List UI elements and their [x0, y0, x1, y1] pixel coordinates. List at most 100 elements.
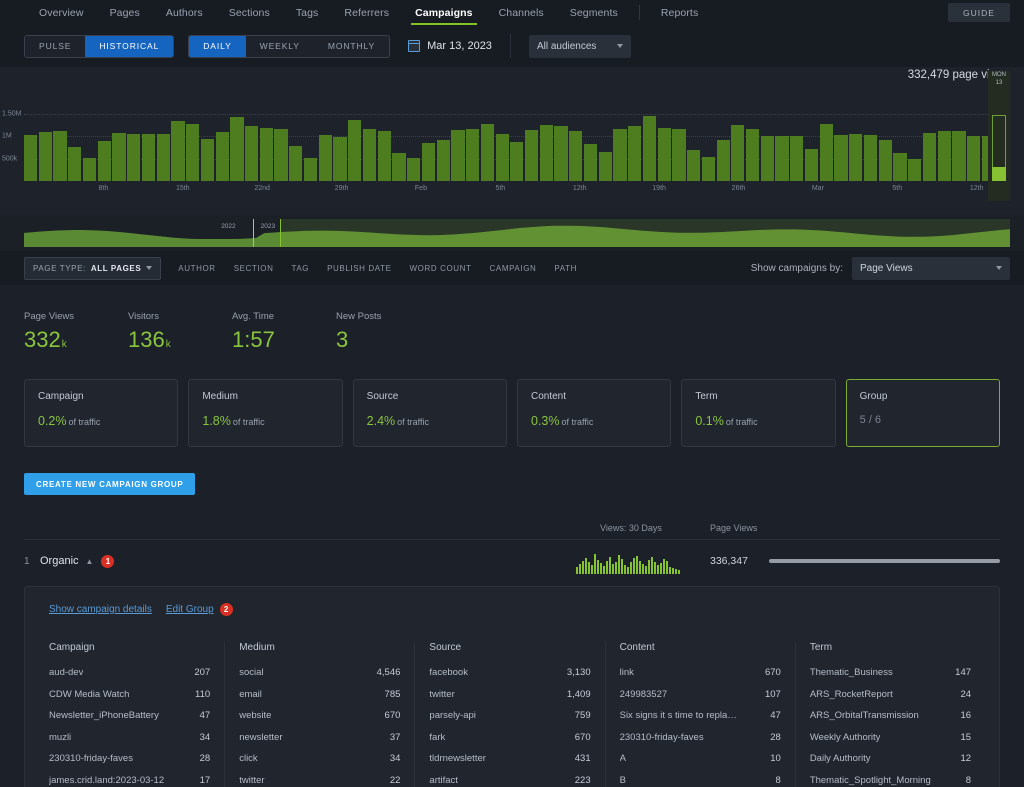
chart-bar[interactable] — [642, 116, 657, 181]
chart-bar[interactable] — [834, 134, 848, 181]
filter-tag[interactable]: TAG — [282, 264, 318, 273]
table-row[interactable]: Thematic_Business 147 — [810, 667, 971, 678]
table-row[interactable]: Weekly Authority 15 — [810, 732, 971, 743]
table-row[interactable]: artifact 223 — [429, 775, 590, 786]
chart-bar[interactable] — [245, 126, 259, 181]
chart-bar[interactable] — [613, 128, 627, 181]
table-row[interactable]: fark 670 — [429, 732, 590, 743]
chart-bar[interactable] — [259, 128, 273, 181]
chart-bar[interactable] — [495, 134, 509, 181]
table-row[interactable]: james.crid.land:2023-03-12 17 — [49, 775, 210, 786]
filter-path[interactable]: PATH — [545, 264, 586, 273]
link-show-campaign-details[interactable]: Show campaign details — [49, 604, 152, 615]
chart-bar[interactable] — [569, 131, 583, 181]
mode-option-historical[interactable]: HISTORICAL — [85, 35, 174, 57]
chart-bar[interactable] — [790, 135, 804, 181]
table-row[interactable]: twitter 22 — [239, 775, 400, 786]
table-row[interactable]: tldrnewsletter 431 — [429, 753, 590, 764]
chart-bar[interactable] — [303, 157, 318, 181]
table-row[interactable]: 230310-friday-faves 28 — [49, 753, 210, 764]
chart-bar[interactable] — [171, 121, 185, 181]
link-edit-group[interactable]: Edit Group — [166, 604, 214, 615]
table-row[interactable]: twitter 1,409 — [429, 689, 590, 700]
chart-bar[interactable] — [687, 149, 701, 181]
chart-bar[interactable] — [97, 140, 111, 181]
chart-bar[interactable] — [539, 125, 553, 181]
chart-bar[interactable] — [421, 142, 436, 181]
chart-bar[interactable] — [745, 129, 760, 181]
table-row[interactable]: ARS_RocketReport 24 — [810, 689, 971, 700]
filter-word-count[interactable]: WORD COUNT — [401, 264, 481, 273]
chart-bar[interactable] — [849, 133, 863, 181]
chart-bar[interactable] — [436, 139, 450, 181]
chart-bar[interactable] — [937, 131, 951, 181]
table-row[interactable]: click 34 — [239, 753, 400, 764]
table-row[interactable]: email 785 — [239, 689, 400, 700]
table-row[interactable]: 249983527 107 — [620, 689, 781, 700]
table-row[interactable]: ARS_OrbitalTransmission 16 — [810, 710, 971, 721]
interval-option-weekly[interactable]: WEEKLY — [245, 35, 314, 57]
chart-bar[interactable] — [510, 141, 524, 181]
chart-bar[interactable] — [407, 157, 421, 181]
table-row[interactable]: CDW Media Watch 110 — [49, 689, 210, 700]
chart-bar[interactable] — [524, 130, 539, 181]
filter-section[interactable]: SECTION — [225, 264, 283, 273]
table-row[interactable]: website 670 — [239, 710, 400, 721]
chart-bar[interactable] — [53, 131, 67, 181]
chart-bar[interactable] — [112, 132, 126, 181]
chart-bar[interactable] — [127, 134, 141, 181]
chart-bar[interactable] — [863, 134, 878, 181]
table-row[interactable]: Six signs it s time to repla… 47 — [620, 710, 781, 721]
chart-bar[interactable] — [333, 136, 347, 181]
chart-bar[interactable] — [451, 129, 465, 181]
dimension-card-term[interactable]: Term 0.1% of traffic — [681, 379, 836, 447]
nav-item-pages[interactable]: Pages — [97, 0, 153, 25]
table-row[interactable]: Thematic_Spotlight_Morning 8 — [810, 775, 971, 786]
chart-bar[interactable] — [967, 135, 981, 181]
table-row[interactable]: A 10 — [620, 753, 781, 764]
chart-bar[interactable] — [672, 128, 686, 181]
chart-bar[interactable] — [141, 133, 156, 181]
mode-option-pulse[interactable]: PULSE — [25, 35, 86, 57]
dimension-card-group[interactable]: Group 5 / 6 — [845, 379, 1000, 447]
show-by-select[interactable]: Page Views — [852, 256, 1010, 280]
chart-bar[interactable] — [215, 131, 229, 181]
chart-bar[interactable] — [156, 134, 170, 181]
create-new-campaign-group-button[interactable]: CREATE NEW CAMPAIGN GROUP — [24, 473, 196, 495]
nav-item-tags[interactable]: Tags — [283, 0, 332, 25]
table-row[interactable]: parsely-api 759 — [429, 710, 590, 721]
chart-bar[interactable] — [598, 152, 612, 181]
filter-publish-date[interactable]: PUBLISH DATE — [318, 264, 400, 273]
table-row[interactable]: aud-dev 207 — [49, 667, 210, 678]
chart-bar[interactable] — [68, 147, 82, 181]
nav-item-referrers[interactable]: Referrers — [331, 0, 402, 25]
chart-bar[interactable] — [760, 135, 774, 181]
chart-bar[interactable] — [952, 130, 966, 181]
table-row[interactable]: social 4,546 — [239, 667, 400, 678]
chart-bar[interactable] — [819, 124, 833, 181]
chart-bar[interactable] — [480, 124, 494, 181]
page-type-filter[interactable]: PAGE TYPE: ALL PAGES — [24, 256, 162, 280]
chart-bar[interactable] — [230, 117, 244, 181]
chart-bar[interactable] — [878, 140, 892, 181]
nav-item-sections[interactable]: Sections — [216, 0, 283, 25]
chart-bar[interactable] — [289, 146, 303, 181]
interval-option-daily[interactable]: DAILY — [189, 35, 246, 57]
group-row-organic[interactable]: 1 Organic ▲ 1 336,347 — [24, 540, 1000, 582]
chart-bar[interactable] — [731, 125, 745, 181]
nav-item-campaigns[interactable]: Campaigns — [402, 0, 486, 25]
table-row[interactable]: B8 — [620, 775, 781, 786]
range-area[interactable]: 2022 2023 — [24, 219, 1010, 247]
range-selection[interactable] — [280, 219, 1010, 247]
nav-item-reports[interactable]: Reports — [648, 0, 711, 25]
table-row[interactable]: muzli 34 — [49, 732, 210, 743]
dimension-card-campaign[interactable]: Campaign 0.2% of traffic — [24, 379, 179, 447]
nav-item-overview[interactable]: Overview — [26, 0, 97, 25]
chart-bar[interactable] — [24, 135, 38, 181]
table-row[interactable]: 230310-friday-faves 28 — [620, 732, 781, 743]
chart-bar[interactable] — [804, 148, 819, 181]
chart-bar[interactable] — [554, 125, 568, 181]
table-row[interactable]: Newsletter_iPhoneBattery 47 — [49, 710, 210, 721]
chevron-up-icon[interactable]: ▲ — [86, 557, 94, 566]
chart-bar[interactable] — [922, 132, 937, 181]
